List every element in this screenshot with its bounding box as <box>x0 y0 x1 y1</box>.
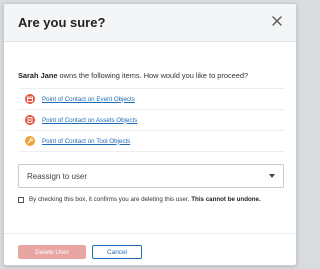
confirm-warning: This cannot be undone. <box>191 196 261 203</box>
document-icon <box>25 115 35 125</box>
list-item: Point of Contact on Event Objects <box>18 89 284 110</box>
cancel-button[interactable]: Cancel <box>92 245 142 259</box>
select-value: Reassign to user <box>27 171 88 181</box>
user-name: Sarah Jane <box>18 71 58 80</box>
item-link-tool-objects[interactable]: Point of Contact on Tool Objects <box>42 138 130 145</box>
reassign-user-select[interactable]: Reassign to user <box>18 164 284 188</box>
item-link-event-objects[interactable]: Point of Contact on Event Objects <box>42 96 135 103</box>
chevron-down-icon <box>269 174 275 178</box>
delete-user-button[interactable]: Delete User <box>18 245 86 259</box>
intro-message: Sarah Jane owns the following items. How… <box>18 71 248 80</box>
dialog-footer-divider <box>4 233 296 234</box>
item-link-assets-objects[interactable]: Point of Contact on Assets Objects <box>42 117 137 124</box>
close-button[interactable] <box>268 12 286 30</box>
intro-text: owns the following items. How would you … <box>59 71 249 80</box>
calendar-icon <box>25 94 35 104</box>
list-item: Point of Contact on Assets Objects <box>18 110 284 131</box>
delete-confirmation: By checking this box, it confirms you ar… <box>18 196 261 203</box>
dialog-title: Are you sure? <box>18 15 106 30</box>
confirm-dialog: Are you sure? Sarah Jane owns the follow… <box>3 3 297 266</box>
list-item: Point of Contact on Tool Objects <box>18 131 284 152</box>
wrench-icon <box>25 136 35 146</box>
owned-items-list: Point of Contact on Event Objects Point … <box>18 88 284 152</box>
dialog-header: Are you sure? <box>4 4 296 42</box>
confirm-text: By checking this box, it confirms you ar… <box>29 196 190 203</box>
confirm-checkbox[interactable] <box>18 196 24 203</box>
close-icon <box>272 16 282 26</box>
